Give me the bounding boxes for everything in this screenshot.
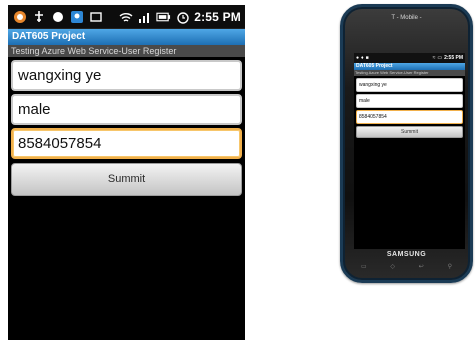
name-field[interactable]: wangxing ye <box>11 60 242 91</box>
carrier-label: T - Mobile - <box>391 15 422 21</box>
brand-logo: SAMSUNG <box>386 251 427 258</box>
menu-icon[interactable]: ▭ <box>361 263 367 270</box>
hardware-keys: ▭ ◇ ↩ ⚲ <box>361 263 452 270</box>
phone-battery-icon: ▭ <box>437 54 443 61</box>
phone-screen: ● ♦ ■ ≈ ▭ 2:55 PM DAT605 Project Testing… <box>354 53 465 249</box>
phone-submit-button[interactable]: Summit <box>356 126 463 138</box>
map-icon <box>69 9 84 24</box>
app-screen: 2:55 PM DAT605 Project Testing Azure Web… <box>8 5 245 340</box>
phone-gender-field[interactable]: male <box>356 94 463 108</box>
app-icon <box>12 9 27 24</box>
usb-icon <box>31 9 46 24</box>
app-title: DAT605 Project <box>8 29 245 45</box>
wifi-icon <box>118 9 133 24</box>
phone-status-bar: ● ♦ ■ ≈ ▭ 2:55 PM <box>354 53 465 63</box>
phone-usb-icon: ♦ <box>361 54 364 61</box>
phone-mockup: T - Mobile - ● ♦ ■ ≈ ▭ 2:55 PM DAT605 Pr… <box>340 4 473 283</box>
submit-button[interactable]: Summit <box>11 163 242 196</box>
alarm-icon <box>175 9 190 24</box>
phone-phone-field[interactable]: 8584057854 <box>356 110 463 124</box>
notification-icon <box>50 9 65 24</box>
phone-app-subtitle: Testing Azure Web Service-User Register <box>354 70 465 76</box>
search-icon[interactable]: ⚲ <box>448 263 452 270</box>
home-icon[interactable]: ◇ <box>390 263 395 270</box>
phone-wifi-icon: ≈ <box>432 54 436 61</box>
app-subtitle: Testing Azure Web Service-User Register <box>8 45 245 57</box>
status-bar: 2:55 PM <box>8 5 245 29</box>
status-time: 2:55 PM <box>194 9 241 24</box>
phone-app-icon: ● <box>356 54 360 61</box>
signal-icon <box>137 9 152 24</box>
image-icon <box>88 9 103 24</box>
battery-icon <box>156 9 171 24</box>
phone-app-title: DAT605 Project <box>354 63 465 70</box>
phone-status-time: 2:55 PM <box>444 55 463 61</box>
phone-name-field[interactable]: wangxing ye <box>356 78 463 92</box>
gender-field[interactable]: male <box>11 94 242 125</box>
back-icon[interactable]: ↩ <box>419 263 424 270</box>
phone-field[interactable]: 8584057854 <box>11 128 242 159</box>
phone-notification-icon: ■ <box>365 54 369 61</box>
